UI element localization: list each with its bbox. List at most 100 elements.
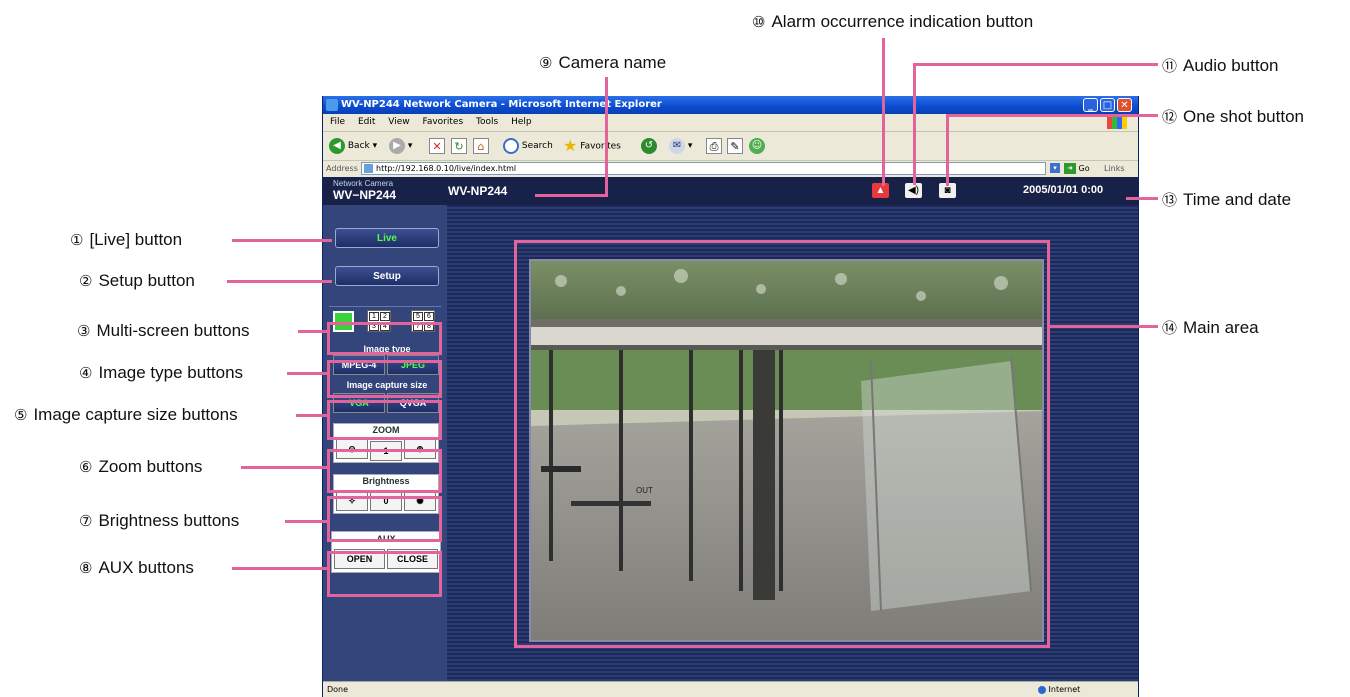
leader-line [227, 280, 332, 283]
forward-button[interactable]: ▶ ▾ [389, 137, 412, 155]
messenger-icon: ☺ [749, 137, 765, 154]
callout-aux: ⑧ AUX buttons [79, 558, 194, 578]
mail-icon: ✉ [669, 137, 685, 154]
leader-line [882, 38, 885, 186]
address-input[interactable]: http://192.168.0.10/live/index.html [361, 162, 1046, 175]
callout-text: Multi-screen buttons [96, 321, 250, 340]
menu-help[interactable]: Help [511, 117, 532, 127]
minimize-button[interactable]: _ [1083, 98, 1098, 112]
messenger-button[interactable]: ☺ [749, 137, 765, 155]
callout-text: Alarm occurrence indication button [771, 12, 1034, 31]
callout-number: ④ [79, 365, 93, 382]
callout-text: Time and date [1183, 190, 1292, 209]
callout-number: ⑤ [14, 407, 28, 424]
callout-box-brightness [327, 496, 442, 542]
menu-file[interactable]: File [330, 117, 345, 127]
leader-line [287, 372, 328, 375]
callout-brightness: ⑦ Brightness buttons [79, 511, 239, 531]
home-icon: ⌂ [473, 137, 489, 154]
callout-live: ① [Live] button [70, 230, 182, 250]
stop-button[interactable]: ✕ [429, 137, 445, 155]
windows-logo-icon [1107, 116, 1127, 129]
maximize-button[interactable]: □ [1100, 98, 1115, 112]
callout-camname: ⑨ Camera name [539, 53, 666, 73]
leader-line [241, 466, 328, 469]
callout-number: ⑪ [1162, 58, 1178, 75]
callout-text: Camera name [558, 53, 667, 72]
callout-number: ① [70, 232, 84, 249]
callout-text: Brightness buttons [98, 511, 240, 530]
alarm-bell-icon: ▲ [875, 185, 886, 196]
callout-number: ② [79, 273, 93, 290]
menu-edit[interactable]: Edit [358, 117, 375, 127]
callout-number: ⑥ [79, 459, 93, 476]
edit-icon: ✎ [727, 137, 743, 154]
setup-button[interactable]: Setup [335, 266, 439, 286]
model-name: WV−NP244 [333, 188, 397, 202]
leader-line [298, 330, 328, 333]
leader-line [946, 114, 949, 186]
callout-audio: ⑪ Audio button [1162, 55, 1278, 76]
control-panel: Live Setup 1 2 3 4 5 6 7 8 Image type MP… [323, 205, 447, 681]
time-date: 2005/01/01 0:00 [1023, 184, 1104, 196]
favorites-label: Favorites [580, 141, 621, 152]
speaker-icon: ◀) [907, 185, 920, 196]
camera-header: Network Camera WV−NP244 WV-NP244 ▲ ◀) ◙ … [323, 177, 1138, 205]
alarm-indication-button[interactable]: ▲ [872, 183, 889, 198]
star-icon: ★ [563, 136, 578, 155]
back-button[interactable]: ◀ Back ▾ [329, 137, 377, 155]
go-label: Go [1078, 164, 1090, 173]
leader-line [946, 114, 1158, 117]
home-button[interactable]: ⌂ [473, 137, 489, 155]
callout-number: ⑫ [1162, 109, 1178, 126]
edit-button[interactable]: ✎ [727, 137, 743, 155]
ie-icon [326, 99, 338, 111]
page-icon [364, 164, 373, 173]
title-bar: WV-NP244 Network Camera - Microsoft Inte… [323, 96, 1138, 114]
callout-number: ⑬ [1162, 192, 1178, 209]
back-label: Back [347, 141, 370, 151]
callout-box-multiscreen [327, 322, 442, 355]
leader-line [285, 520, 328, 523]
screen-number: 6 [424, 312, 434, 321]
mail-button[interactable]: ✉ ▾ [669, 137, 692, 155]
address-dropdown-icon[interactable]: ▾ [1050, 163, 1060, 173]
callout-imagetype: ④ Image type buttons [79, 363, 243, 383]
callout-alarm: ⑩ Alarm occurrence indication button [752, 12, 1033, 32]
leader-line [232, 239, 332, 242]
window-title: WV-NP244 Network Camera - Microsoft Inte… [341, 99, 662, 110]
refresh-icon: ↻ [451, 137, 467, 154]
callout-number: ⑦ [79, 513, 93, 530]
menu-view[interactable]: View [388, 117, 409, 127]
close-button[interactable]: ✕ [1117, 98, 1132, 112]
leader-line [296, 414, 328, 417]
search-button[interactable]: Search [503, 137, 553, 155]
callout-text: Image type buttons [98, 363, 244, 382]
audio-button[interactable]: ◀) [905, 183, 922, 198]
refresh-button[interactable]: ↻ [451, 137, 467, 155]
callout-box-main [514, 240, 1050, 648]
search-label: Search [521, 141, 553, 151]
callout-zoom: ⑥ Zoom buttons [79, 457, 202, 477]
screen-number: 5 [413, 312, 423, 321]
leader-line [535, 194, 608, 197]
go-arrow-icon: ➜ [1064, 163, 1076, 174]
zone-internet: Internet [1038, 682, 1080, 697]
history-button[interactable]: ↺ [641, 137, 657, 155]
menu-tools[interactable]: Tools [476, 117, 498, 127]
callout-text: Setup button [98, 271, 195, 290]
camera-name: WV-NP244 [448, 184, 508, 198]
callout-number: ⑩ [752, 14, 766, 31]
leader-line [913, 63, 1158, 66]
history-icon: ↺ [641, 137, 657, 154]
leader-line [605, 77, 608, 196]
menu-favorites[interactable]: Favorites [422, 117, 463, 127]
go-button[interactable]: ➜ Go [1064, 161, 1090, 177]
links-button[interactable]: Links [1104, 161, 1125, 177]
stop-icon: ✕ [429, 137, 445, 154]
live-button[interactable]: Live [335, 228, 439, 248]
callout-timedate: ⑬ Time and date [1162, 189, 1291, 210]
print-button[interactable]: ⎙ [706, 137, 722, 155]
favorites-button[interactable]: ★ Favorites [563, 137, 621, 155]
address-label: Address [326, 164, 358, 173]
